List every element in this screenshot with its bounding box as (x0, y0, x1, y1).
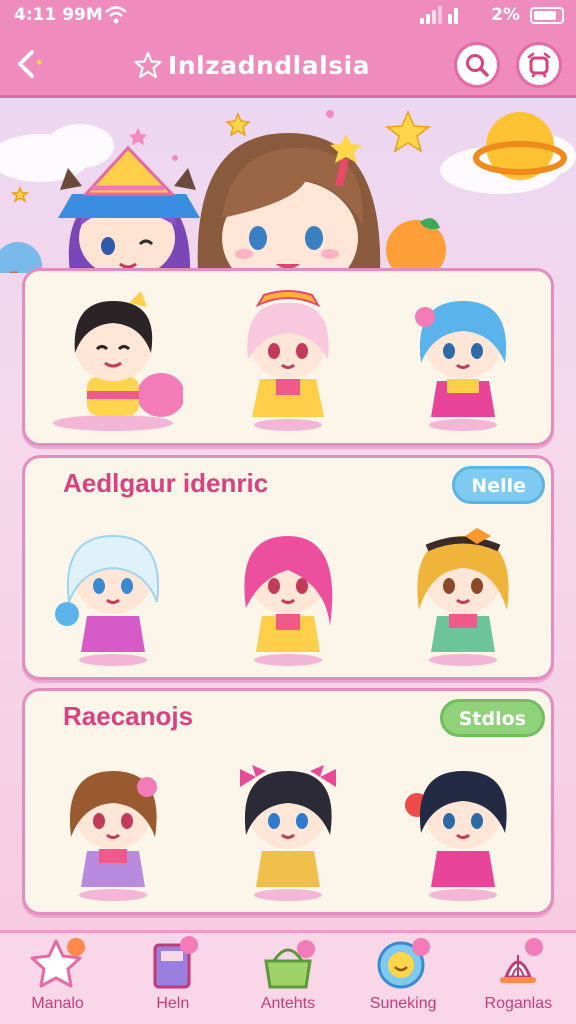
page-title: Inlzadndlalsia (168, 50, 371, 80)
nav-item-suneking[interactable]: Suneking (348, 933, 458, 1024)
hero-character-right (197, 133, 381, 273)
section-tag-button[interactable]: Stdlos (439, 699, 545, 737)
signal-icon (420, 6, 458, 24)
section-tag-button[interactable]: Nelle (452, 466, 545, 504)
character-card-3[interactable]: Raecanojs Stdlos (22, 688, 554, 915)
nav-label: Roganlas (484, 995, 553, 1012)
character-row (25, 753, 551, 903)
nav-label: Manalo (31, 995, 84, 1012)
character-blonde-hair[interactable] (393, 518, 533, 668)
character-row (25, 518, 551, 668)
nav-item-roganlas[interactable]: Roganlas (463, 933, 573, 1024)
character-blue-hair[interactable] (393, 283, 533, 433)
search-icon (466, 54, 489, 77)
alarm-button[interactable] (516, 42, 562, 88)
character-card-2[interactable]: Aedlgaur idenric Nelle (22, 455, 554, 680)
character-magenta-hair[interactable] (218, 518, 358, 668)
alarm-clock-icon (527, 52, 551, 78)
search-button[interactable] (454, 42, 500, 88)
back-arrow-icon[interactable] (12, 46, 48, 82)
nav-label: Heln (156, 995, 190, 1012)
character-card-1[interactable] (22, 268, 554, 446)
book-icon (153, 936, 198, 989)
star-icon (30, 938, 85, 988)
app-header: Inlzadndlalsia (0, 32, 576, 98)
character-dark-hair-bows[interactable] (218, 753, 358, 903)
title-group: Inlzadndlalsia (134, 48, 370, 82)
character-navy-hair[interactable] (393, 753, 533, 903)
nav-item-antehts[interactable]: Antehts (233, 933, 343, 1024)
nav-label: Antehts (260, 995, 316, 1012)
nav-item-heln[interactable]: Heln (118, 933, 228, 1024)
status-bar: 4:11 99M 2% (0, 0, 576, 32)
battery-icon (530, 7, 564, 24)
nav-label: Suneking (369, 995, 437, 1012)
character-white-hair[interactable] (43, 518, 183, 668)
nav-item-manalo[interactable]: Manalo (3, 933, 113, 1024)
character-pink-hair[interactable] (218, 283, 358, 433)
character-row (25, 283, 551, 433)
whisk-icon (500, 938, 544, 983)
character-brown-hair[interactable] (43, 753, 183, 903)
battery-percent: 2% (491, 5, 520, 25)
smiley-icon (377, 938, 431, 989)
bottom-nav: Manalo Heln Antehts Suneking Roganlas (0, 930, 576, 1024)
wifi-icon (105, 6, 127, 24)
star-icon (134, 51, 162, 79)
section-title: Aedlgaur idenric (63, 468, 269, 498)
basket-icon (264, 940, 315, 989)
section-title: Raecanojs (63, 701, 194, 731)
hero-illustration (0, 110, 576, 273)
character-black-hair[interactable] (43, 283, 183, 433)
status-time: 4:11 99M (14, 5, 103, 25)
